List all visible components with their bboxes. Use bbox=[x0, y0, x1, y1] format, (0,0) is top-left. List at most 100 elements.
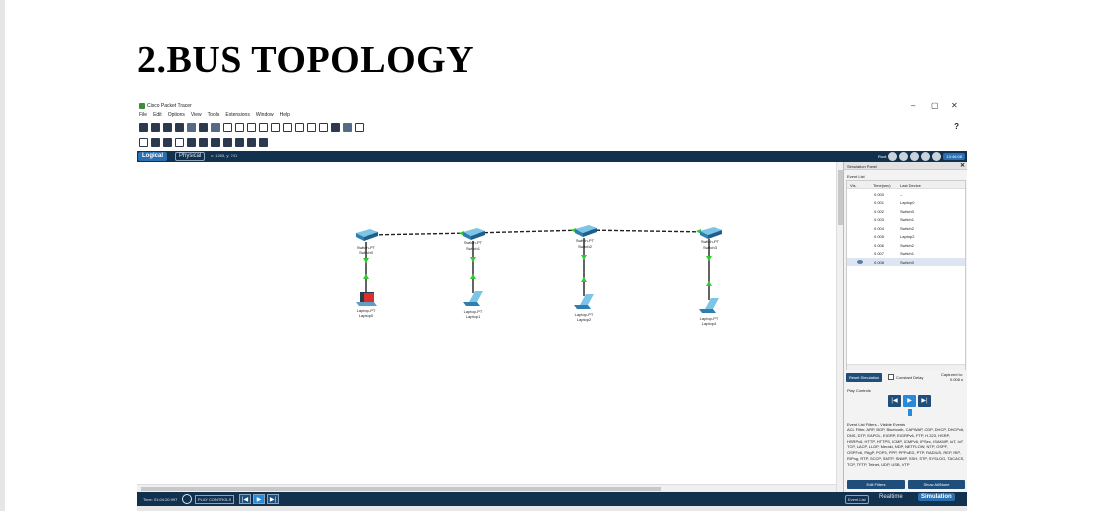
event-row[interactable]: 0.005 Laptop2 bbox=[847, 232, 965, 240]
python-icon[interactable] bbox=[331, 122, 340, 132]
back-icon[interactable] bbox=[888, 152, 898, 161]
undo-icon[interactable] bbox=[247, 122, 256, 132]
canvas-horizontal-scrollbar[interactable] bbox=[137, 484, 836, 492]
link-switch2-switch3[interactable] bbox=[583, 229, 710, 233]
select-icon[interactable] bbox=[139, 137, 148, 147]
switch2[interactable]: Switch-PT Switch2 bbox=[575, 225, 597, 249]
menu-help[interactable]: Help bbox=[280, 112, 290, 120]
link-switch0-switch1[interactable] bbox=[366, 232, 473, 236]
event-time: 0.004 bbox=[874, 226, 885, 231]
edit-filters-button[interactable]: Edit Filters bbox=[847, 480, 905, 489]
minimize-button[interactable]: – bbox=[911, 101, 915, 110]
event-device: Switch2 bbox=[900, 226, 915, 231]
event-list-table: Vis. Time(sec) Last Device 0.000 -- 0.001… bbox=[846, 180, 966, 370]
close-panel-icon[interactable]: ✕ bbox=[960, 162, 965, 169]
show-all-none-button[interactable]: Show All/None bbox=[908, 480, 965, 489]
laptop1[interactable]: Laptop-PT Laptop1 bbox=[463, 291, 483, 319]
status-step-back-button[interactable]: |◀ bbox=[239, 494, 251, 504]
status-play-button[interactable]: ▶ bbox=[253, 494, 265, 504]
menu-extensions[interactable]: Extensions bbox=[225, 112, 249, 120]
switch1[interactable]: Switch-PT Switch1 bbox=[463, 228, 485, 251]
event-list-toggle[interactable]: Event List bbox=[845, 495, 869, 504]
switch0[interactable]: Switch-PT Switch0 bbox=[356, 229, 378, 255]
title-bar: Cisco Packet Tracer – ▢ ✕ bbox=[137, 100, 967, 112]
logical-workspace-canvas[interactable]: Switch-PT Switch0 Switch-PT Switch1 Swit… bbox=[137, 162, 836, 484]
status-step-forward-button[interactable]: ▶| bbox=[267, 494, 279, 504]
custom-device-dialog-icon[interactable] bbox=[319, 122, 328, 132]
draw-ellipse-icon[interactable] bbox=[223, 137, 232, 147]
play-button[interactable]: ▶ bbox=[903, 395, 916, 407]
menu-file[interactable]: File bbox=[139, 112, 147, 120]
realtime-mode-tab[interactable]: Realtime bbox=[879, 494, 903, 500]
drawing-palette-icon[interactable] bbox=[307, 122, 316, 132]
event-row[interactable]: 0.004 Switch2 bbox=[847, 224, 965, 232]
copy-icon[interactable] bbox=[223, 122, 232, 132]
event-row[interactable]: 0.003 Switch1 bbox=[847, 215, 965, 223]
laptop0[interactable]: Laptop-PT Laptop0 bbox=[356, 292, 377, 318]
zoom-reset-icon[interactable] bbox=[283, 122, 292, 132]
simulation-mode-tab[interactable]: Simulation bbox=[918, 493, 955, 501]
event-time: 0.007 bbox=[874, 251, 885, 256]
new-cluster-icon[interactable] bbox=[899, 152, 909, 161]
print-icon[interactable] bbox=[175, 122, 184, 132]
clock-icon[interactable] bbox=[182, 494, 192, 504]
move-object-icon[interactable] bbox=[910, 152, 920, 161]
place-note-icon[interactable] bbox=[187, 137, 196, 147]
resize-shape-icon[interactable] bbox=[175, 137, 184, 147]
menu-options[interactable]: Options bbox=[168, 112, 185, 120]
event-row-selected[interactable]: 0.008 Switch0 bbox=[847, 258, 965, 266]
menu-window[interactable]: Window bbox=[256, 112, 274, 120]
main-toolbar bbox=[139, 121, 364, 133]
redo-icon[interactable] bbox=[259, 122, 268, 132]
link-status-lights bbox=[363, 228, 712, 286]
tab-physical[interactable]: Physical bbox=[175, 152, 206, 161]
draw-rectangle-icon[interactable] bbox=[211, 137, 220, 147]
zoom-out-icon[interactable] bbox=[295, 122, 304, 132]
inspect-icon[interactable] bbox=[151, 137, 160, 147]
menu-edit[interactable]: Edit bbox=[153, 112, 162, 120]
zoom-in-icon[interactable] bbox=[271, 122, 280, 132]
tab-logical[interactable]: Logical bbox=[138, 152, 168, 161]
constant-delay-checkbox[interactable] bbox=[888, 374, 894, 380]
event-row[interactable]: 0.002 Switch0 bbox=[847, 207, 965, 215]
switch3[interactable]: Switch-PT Switch3 bbox=[700, 227, 722, 250]
paste-icon[interactable] bbox=[235, 122, 244, 132]
laptop4[interactable]: Laptop-PT Laptop4 bbox=[699, 298, 719, 326]
step-back-button[interactable]: |◀ bbox=[888, 395, 901, 407]
draw-line-icon[interactable] bbox=[199, 137, 208, 147]
menu-tools[interactable]: Tools bbox=[208, 112, 220, 120]
close-button[interactable]: ✕ bbox=[951, 101, 958, 110]
open-folder-icon[interactable] bbox=[151, 122, 160, 132]
delete-icon[interactable] bbox=[163, 137, 172, 147]
add-complex-pdu-icon[interactable] bbox=[259, 137, 268, 147]
laptop2[interactable]: Laptop-PT Laptop2 bbox=[574, 294, 594, 322]
activity-wizard-icon[interactable] bbox=[187, 122, 196, 132]
view-command-log-icon[interactable] bbox=[343, 122, 352, 132]
new-file-icon[interactable] bbox=[139, 122, 148, 132]
play-speed-slider[interactable] bbox=[908, 409, 912, 416]
link-light bbox=[706, 281, 712, 286]
help-icon[interactable]: ? bbox=[954, 122, 959, 131]
screenshot-icon[interactable] bbox=[355, 122, 364, 132]
scroll-thumb[interactable] bbox=[141, 487, 661, 491]
freeform-icon[interactable] bbox=[235, 137, 244, 147]
event-list-scrollbar[interactable] bbox=[847, 364, 965, 370]
clock-readout: 13:46:08 bbox=[943, 153, 965, 160]
maximize-button[interactable]: ▢ bbox=[931, 101, 939, 110]
save-icon[interactable] bbox=[163, 122, 172, 132]
canvas-vertical-scrollbar[interactable] bbox=[836, 162, 843, 492]
reset-simulation-button[interactable]: Reset Simulation bbox=[846, 373, 883, 382]
viewport-icon[interactable] bbox=[932, 152, 942, 161]
event-row[interactable]: 0.006 Switch2 bbox=[847, 241, 965, 249]
event-row[interactable]: 0.001 Laptop0 bbox=[847, 198, 965, 206]
step-forward-button[interactable]: ▶| bbox=[918, 395, 931, 407]
custom-devices-icon[interactable] bbox=[211, 122, 220, 132]
add-simple-pdu-icon[interactable] bbox=[247, 137, 256, 147]
network-info-icon[interactable] bbox=[199, 122, 208, 132]
play-controls-label: PLAY CONTROLS bbox=[195, 495, 235, 504]
event-row[interactable]: 0.000 -- bbox=[847, 190, 965, 198]
event-row[interactable]: 0.007 Switch1 bbox=[847, 249, 965, 257]
link-switch1-switch2[interactable] bbox=[471, 229, 585, 234]
set-tiled-background-icon[interactable] bbox=[921, 152, 931, 161]
menu-view[interactable]: View bbox=[191, 112, 202, 120]
